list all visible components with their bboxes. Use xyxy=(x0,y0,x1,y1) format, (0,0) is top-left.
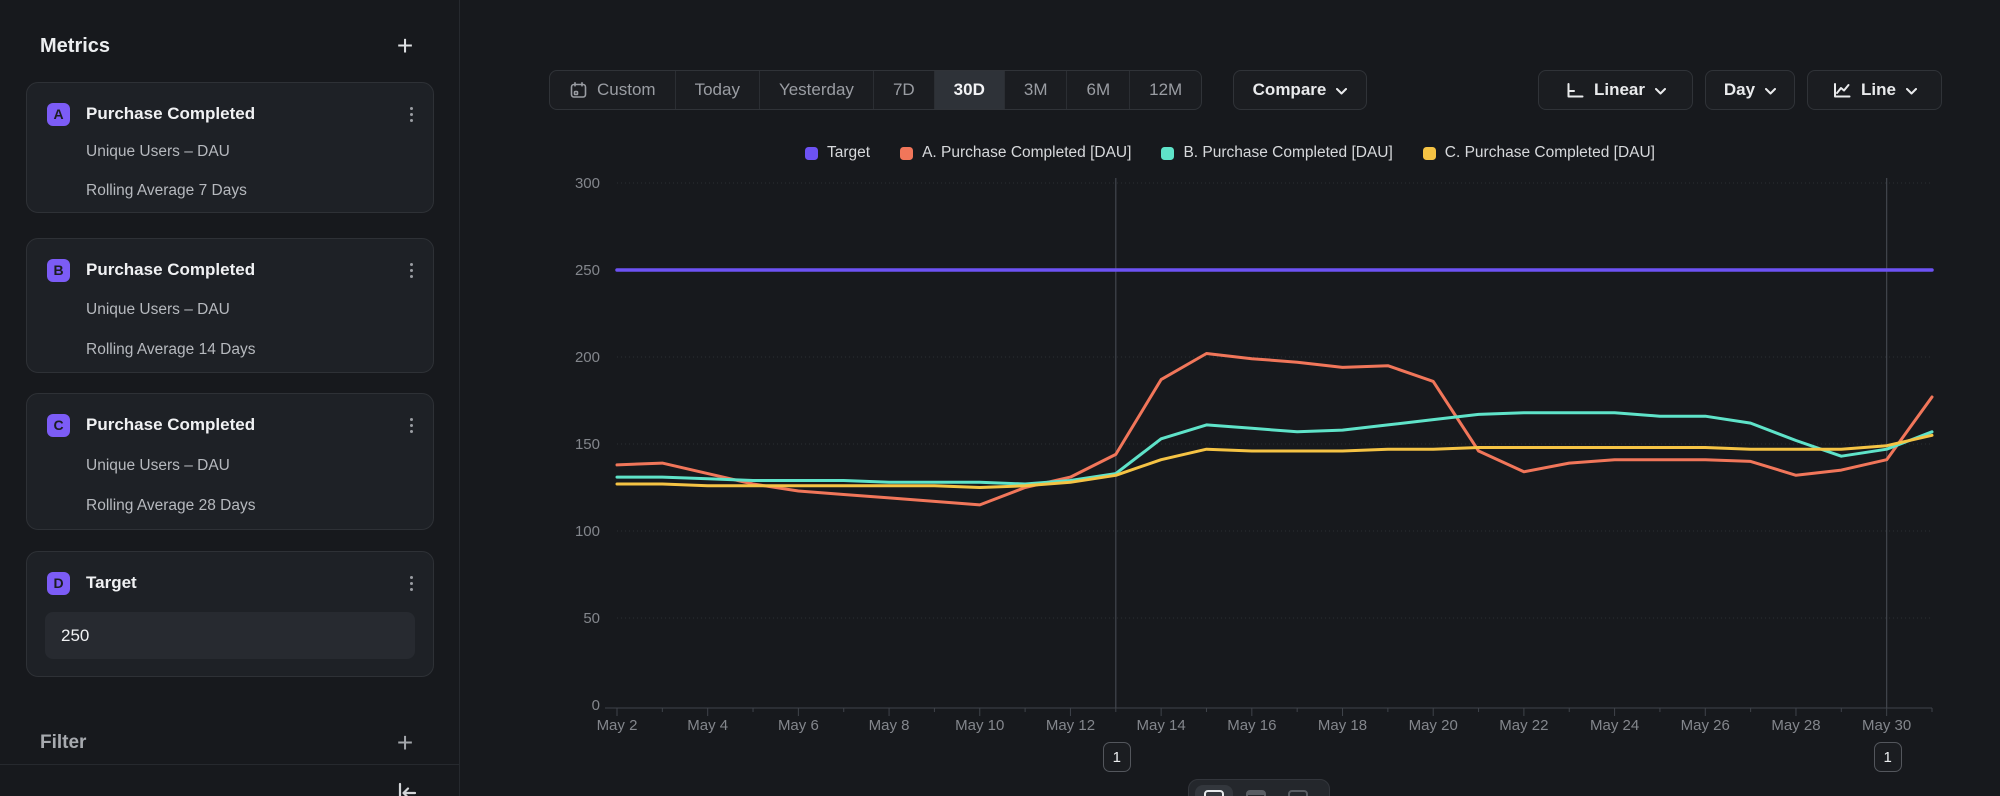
x-axis-tick-label: May 28 xyxy=(1771,717,1820,734)
x-axis-tick-label: May 18 xyxy=(1318,717,1367,734)
x-axis-tick-label: May 24 xyxy=(1590,717,1639,734)
y-axis-tick-label: 0 xyxy=(592,697,600,714)
y-axis-tick-label: 300 xyxy=(575,175,600,192)
y-axis-tick-label: 200 xyxy=(575,349,600,366)
x-axis-tick-label: May 26 xyxy=(1681,717,1730,734)
x-axis-tick-label: May 4 xyxy=(687,717,728,734)
x-axis-tick-label: May 8 xyxy=(869,717,910,734)
y-axis-tick-label: 50 xyxy=(583,610,600,627)
annotation-badge[interactable]: 1 xyxy=(1874,742,1902,772)
x-axis-tick-label: May 20 xyxy=(1409,717,1458,734)
x-axis-tick-label: May 6 xyxy=(778,717,819,734)
line-chart[interactable]: 0 50 100 150 200 250 300 May 2 May 4 May 6 May 8 Ma… xyxy=(0,0,2000,796)
x-axis-tick-label: May 10 xyxy=(955,717,1004,734)
y-axis-tick-label: 150 xyxy=(575,436,600,453)
x-axis-tick-label: May 16 xyxy=(1227,717,1276,734)
x-axis-tick-label: May 22 xyxy=(1499,717,1548,734)
x-axis-tick-label: May 30 xyxy=(1862,717,1911,734)
y-axis-tick-label: 100 xyxy=(575,523,600,540)
annotation-badge[interactable]: 1 xyxy=(1103,742,1131,772)
x-axis-tick-label: May 12 xyxy=(1046,717,1095,734)
y-axis-tick-label: 250 xyxy=(575,262,600,279)
metrics-dashboard: Metrics + A Purchase Completed Unique Us… xyxy=(0,0,2000,796)
x-axis-tick-label: May 2 xyxy=(597,717,638,734)
x-axis-tick-label: May 14 xyxy=(1137,717,1186,734)
